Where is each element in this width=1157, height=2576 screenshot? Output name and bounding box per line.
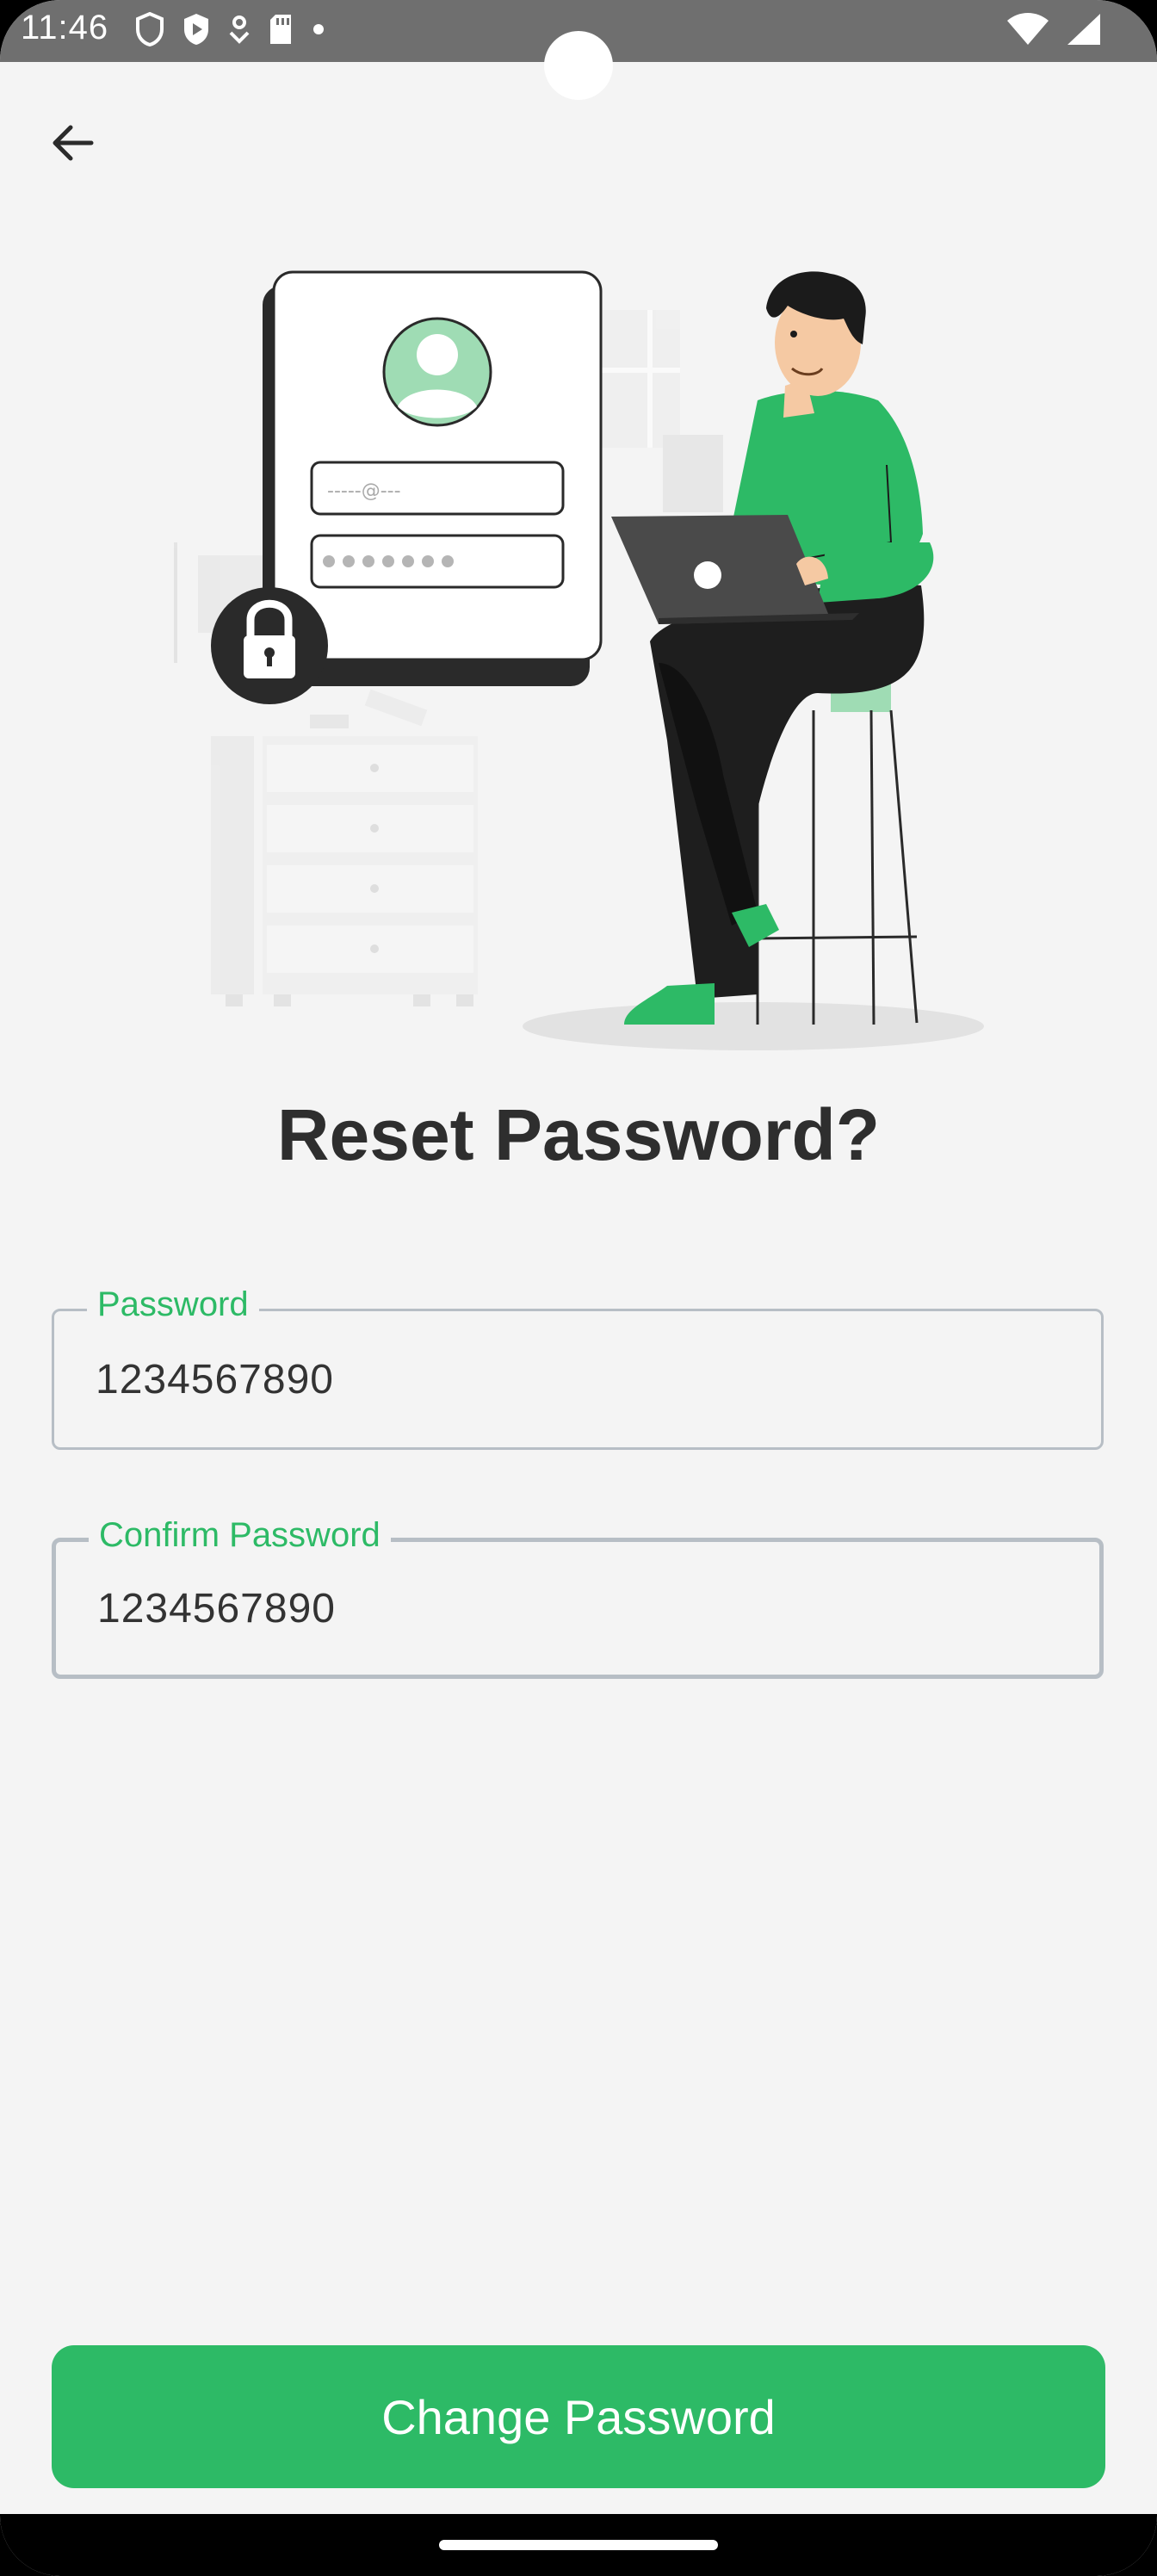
play-shield-icon [184,14,208,45]
location-icon [229,15,250,44]
status-icons-left [134,12,327,46]
home-indicator[interactable] [439,2540,718,2550]
illustration-email-mask: -----@--- [327,480,401,502]
status-time: 11:46 [21,9,109,46]
dot-icon [313,24,324,34]
confirm-password-label: Confirm Password [89,1516,391,1555]
screen: 11:46 -----@--- Reset Password? Password… [0,0,1157,2576]
back-button[interactable] [41,112,103,174]
confirm-password-value[interactable]: 1234567890 [97,1585,336,1632]
password-label: Password [87,1285,259,1324]
shield-icon [136,12,164,46]
reset-password-illustration: -----@--- [174,270,984,1050]
password-value[interactable]: 1234567890 [96,1356,334,1403]
sd-card-icon [270,15,291,44]
password-field[interactable]: Password 1234567890 [52,1285,1104,1450]
confirm-password-field[interactable]: Confirm Password 1234567890 [52,1516,1104,1679]
signal-icon [1067,14,1100,45]
page-title: Reset Password? [276,1094,881,1175]
camera-cutout [544,31,613,100]
arrow-left-icon [53,125,94,161]
status-icons-right [1005,12,1102,46]
wifi-icon [1007,13,1049,45]
change-password-button[interactable]: Change Password [52,2345,1105,2488]
